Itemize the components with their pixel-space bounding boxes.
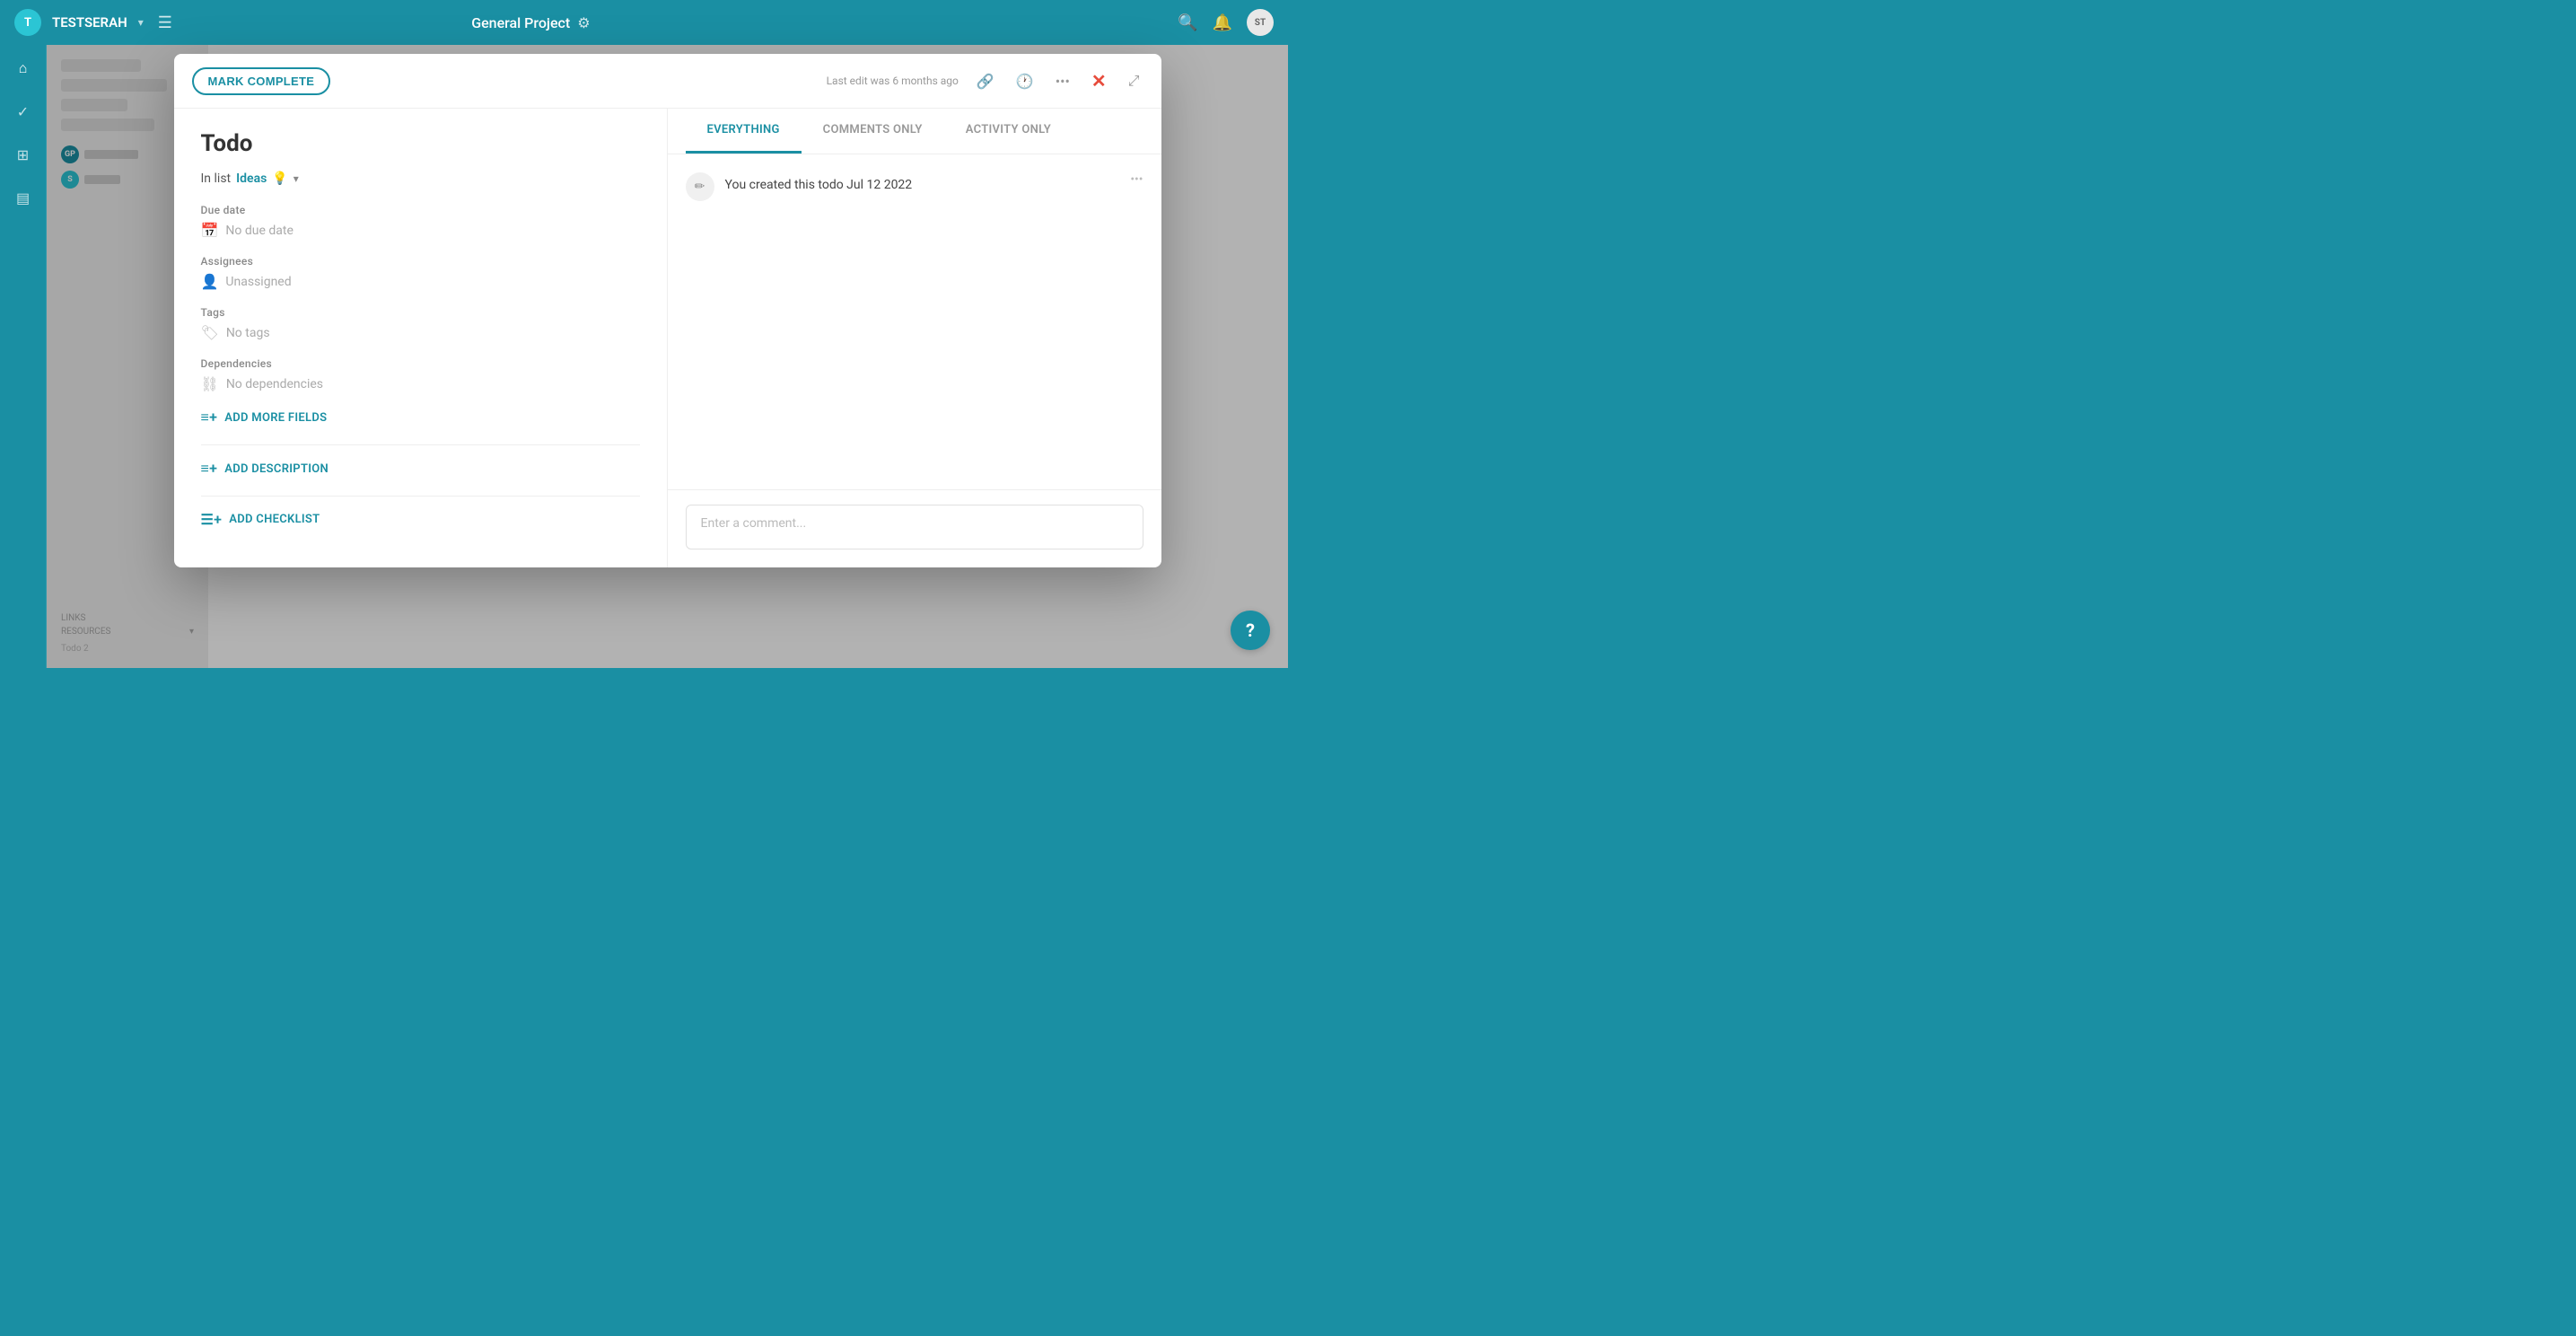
modal-left-panel: Todo In list Ideas 💡 ▾ Due date 📅 No due… [174, 109, 668, 567]
activity-area: ✏ You created this todo Jul 12 2022 ••• [668, 154, 1161, 489]
add-checklist-button[interactable]: ☰+ ADD CHECKLIST [201, 511, 640, 528]
tags-value[interactable]: 🏷 No tags [201, 324, 640, 341]
sidebar: ⌂ ✓ ⊞ ▤ [0, 45, 47, 668]
sidebar-grid-icon[interactable]: ⊞ [11, 142, 36, 167]
add-description-button[interactable]: ≡+ ADD DESCRIPTION [201, 460, 640, 478]
expand-icon[interactable]: ⤢ [1125, 68, 1143, 93]
bulb-icon: 💡 [272, 171, 287, 186]
modal-header: MARK COMPLETE Last edit was 6 months ago… [174, 54, 1161, 109]
activity-text: You created this todo Jul 12 2022 [725, 172, 913, 192]
close-modal-button[interactable]: ✕ [1088, 66, 1110, 95]
project-title: General Project ⚙ [471, 14, 590, 31]
link-icon[interactable]: 🔗 [973, 69, 998, 93]
comment-input[interactable] [686, 505, 1143, 549]
add-checklist-icon: ☰+ [201, 511, 223, 528]
sidebar-home-icon[interactable]: ⌂ [11, 56, 36, 81]
username-chevron-icon[interactable]: ▾ [138, 16, 144, 29]
dependency-icon: ⛓ [201, 375, 219, 392]
help-button[interactable]: ? [1231, 611, 1270, 650]
mark-complete-button[interactable]: MARK COMPLETE [192, 67, 331, 95]
add-description-icon: ≡+ [201, 460, 218, 478]
divider-1 [201, 444, 640, 445]
in-list-chevron-icon[interactable]: ▾ [294, 172, 299, 185]
divider-2 [201, 496, 640, 497]
username-label: TESTSERAH [52, 14, 127, 31]
due-date-value[interactable]: 📅 No due date [201, 222, 640, 239]
comment-area [668, 489, 1161, 567]
activity-more-icon[interactable]: ••• [1130, 172, 1143, 187]
modal-overlay: MARK COMPLETE Last edit was 6 months ago… [47, 45, 1288, 668]
assignees-label: Assignees [201, 255, 640, 268]
task-modal: MARK COMPLETE Last edit was 6 months ago… [174, 54, 1161, 567]
activity-edit-icon: ✏ [686, 172, 714, 201]
task-title[interactable]: Todo [201, 130, 640, 157]
tab-everything[interactable]: EVERYTHING [686, 109, 802, 154]
add-fields-icon: ≡+ [201, 409, 218, 426]
tab-comments-only[interactable]: COMMENTS ONLY [802, 109, 944, 154]
dependencies-value[interactable]: ⛓ No dependencies [201, 375, 640, 392]
notifications-icon[interactable]: 🔔 [1213, 13, 1232, 32]
sidebar-check-icon[interactable]: ✓ [11, 99, 36, 124]
tabs-row: EVERYTHING COMMENTS ONLY ACTIVITY ONLY [668, 109, 1161, 154]
history-icon[interactable]: 🕐 [1012, 69, 1038, 93]
in-list-prefix: In list [201, 171, 232, 186]
last-edit-text: Last edit was 6 months ago [827, 75, 959, 87]
search-icon[interactable]: 🔍 [1178, 13, 1197, 32]
due-date-label: Due date [201, 204, 640, 216]
dependencies-field: Dependencies ⛓ No dependencies [201, 357, 640, 392]
in-list-row: In list Ideas 💡 ▾ [201, 171, 640, 186]
tag-icon: 🏷 [201, 324, 219, 341]
modal-body: Todo In list Ideas 💡 ▾ Due date 📅 No due… [174, 109, 1161, 567]
hamburger-icon[interactable]: ☰ [158, 13, 172, 32]
main-area: ⌂ ✓ ⊞ ▤ GP S LINKS [0, 45, 1288, 668]
activity-item: ✏ You created this todo Jul 12 2022 ••• [686, 172, 1143, 201]
person-icon: 👤 [201, 273, 219, 290]
modal-right-panel: EVERYTHING COMMENTS ONLY ACTIVITY ONLY ✏ [668, 109, 1161, 567]
dependencies-label: Dependencies [201, 357, 640, 370]
user-avatar[interactable]: T [14, 9, 41, 36]
tags-field: Tags 🏷 No tags [201, 306, 640, 341]
in-list-link[interactable]: Ideas [236, 171, 267, 186]
due-date-field: Due date 📅 No due date [201, 204, 640, 239]
nav-right-actions: 🔍 🔔 ST [1178, 9, 1274, 36]
project-settings-icon[interactable]: ⚙ [577, 14, 590, 31]
add-more-fields-button[interactable]: ≡+ ADD MORE FIELDS [201, 409, 640, 426]
calendar-icon: 📅 [201, 222, 219, 239]
assignees-field: Assignees 👤 Unassigned [201, 255, 640, 290]
more-options-icon[interactable]: ••• [1052, 69, 1073, 93]
assignees-value[interactable]: 👤 Unassigned [201, 273, 640, 290]
current-user-avatar[interactable]: ST [1247, 9, 1274, 36]
tab-activity-only[interactable]: ACTIVITY ONLY [944, 109, 1073, 154]
tags-label: Tags [201, 306, 640, 319]
sidebar-board-icon[interactable]: ▤ [11, 185, 36, 210]
top-navbar: T TESTSERAH ▾ ☰ General Project ⚙ 🔍 🔔 ST [0, 0, 1288, 45]
